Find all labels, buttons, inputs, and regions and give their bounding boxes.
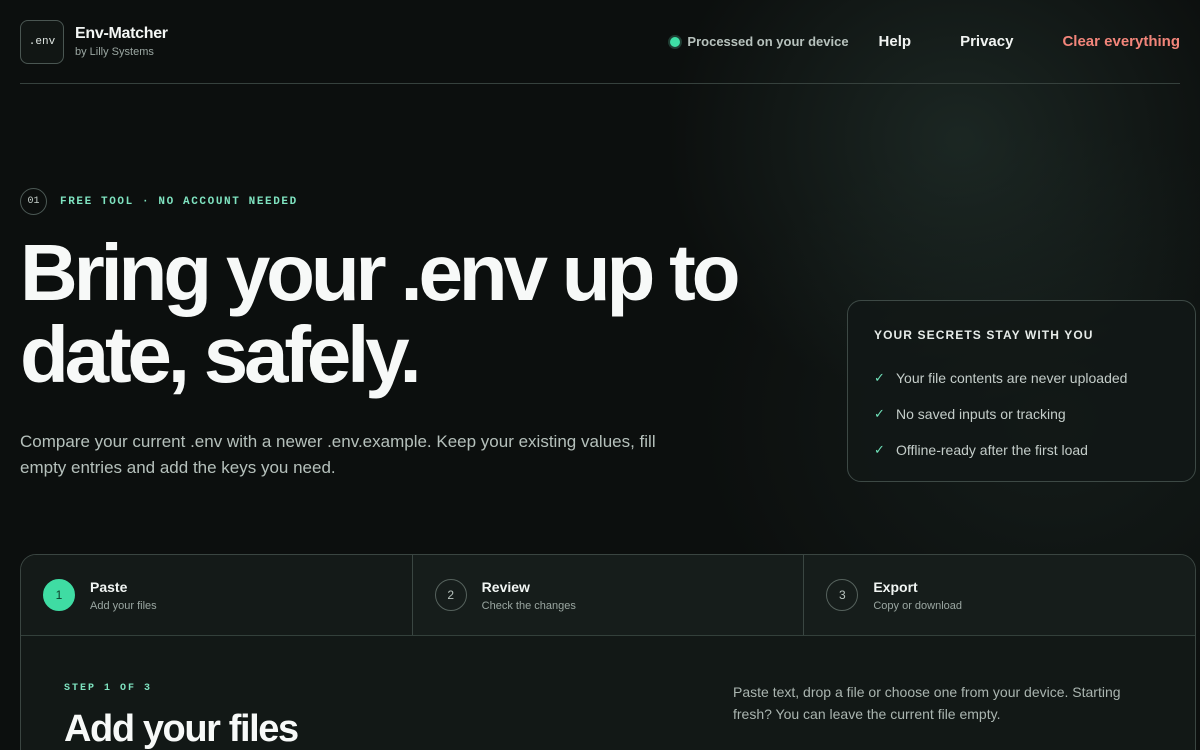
- privacy-item: ✓ Offline-ready after the first load: [874, 432, 1170, 468]
- badge-text: FREE TOOL · NO ACCOUNT NEEDED: [60, 195, 298, 208]
- processing-status: Processed on your device: [670, 34, 849, 49]
- step-instructions: Paste text, drop a file or choose one fr…: [733, 684, 1121, 722]
- step-content: STEP 1 OF 3 Add your files Paste text, d…: [21, 636, 1195, 750]
- badge-number: 01: [20, 188, 47, 215]
- step-number: 3: [826, 579, 859, 611]
- privacy-card-title: YOUR SECRETS STAY WITH YOU: [874, 328, 1094, 342]
- stepper: 1 Paste Add your files 2 Review Check th…: [21, 555, 1195, 636]
- step-text: Export Copy or download: [873, 579, 962, 612]
- privacy-item-text: Your file contents are never uploaded: [896, 370, 1128, 386]
- main-nav: Processed on your device Help Privacy Cl…: [670, 33, 1180, 50]
- privacy-item-text: No saved inputs or tracking: [896, 406, 1066, 422]
- hero-title: Bring your .env up to date, safely.: [20, 228, 740, 399]
- brand[interactable]: .env Env-Matcher by Lilly Systems: [20, 19, 168, 64]
- step-number: 1: [43, 579, 75, 611]
- brand-text: Env-Matcher by Lilly Systems: [75, 25, 168, 58]
- env-logo: .env: [20, 19, 64, 64]
- privacy-item-text: Offline-ready after the first load: [896, 442, 1088, 458]
- site-header: .env Env-Matcher by Lilly Systems Proces…: [20, 0, 1180, 84]
- privacy-card: YOUR SECRETS STAY WITH YOU ✓ Your file c…: [847, 300, 1196, 482]
- step-text: Review Check the changes: [482, 579, 576, 612]
- step-subtitle: Copy or download: [873, 599, 963, 612]
- step-label: Paste: [90, 578, 128, 595]
- step-label: Review: [481, 578, 530, 595]
- workflow-panel: 1 Paste Add your files 2 Review Check th…: [20, 554, 1196, 750]
- status-text: Processed on your device: [687, 34, 849, 49]
- step-progress-label: STEP 1 OF 3: [64, 683, 153, 694]
- status-dot-icon: [670, 36, 681, 47]
- check-icon: ✓: [874, 442, 885, 457]
- step-label: Export: [873, 578, 918, 595]
- hero-badge: 01 FREE TOOL · NO ACCOUNT NEEDED: [20, 188, 298, 215]
- privacy-item: ✓ Your file contents are never uploaded: [874, 360, 1170, 396]
- app-name: Env-Matcher: [75, 25, 168, 42]
- step-subtitle: Check the changes: [481, 599, 576, 612]
- check-icon: ✓: [874, 370, 885, 385]
- help-link[interactable]: Help: [879, 33, 912, 50]
- step-subtitle: Add your files: [90, 599, 157, 612]
- step-tab-paste[interactable]: 1 Paste Add your files: [21, 555, 412, 635]
- privacy-link[interactable]: Privacy: [960, 33, 1013, 50]
- check-icon: ✓: [874, 406, 885, 421]
- step-text: Paste Add your files: [90, 579, 157, 612]
- step-title: Add your files: [64, 708, 299, 750]
- app-byline: by Lilly Systems: [75, 46, 154, 58]
- step-number: 2: [434, 579, 467, 611]
- step-tab-export[interactable]: 3 Export Copy or download: [803, 555, 1195, 635]
- privacy-item: ✓ No saved inputs or tracking: [874, 396, 1170, 432]
- step-tab-review[interactable]: 2 Review Check the changes: [411, 555, 804, 635]
- hero-description: Compare your current .env with a newer .…: [20, 432, 656, 477]
- clear-everything-button[interactable]: Clear everything: [1062, 33, 1180, 50]
